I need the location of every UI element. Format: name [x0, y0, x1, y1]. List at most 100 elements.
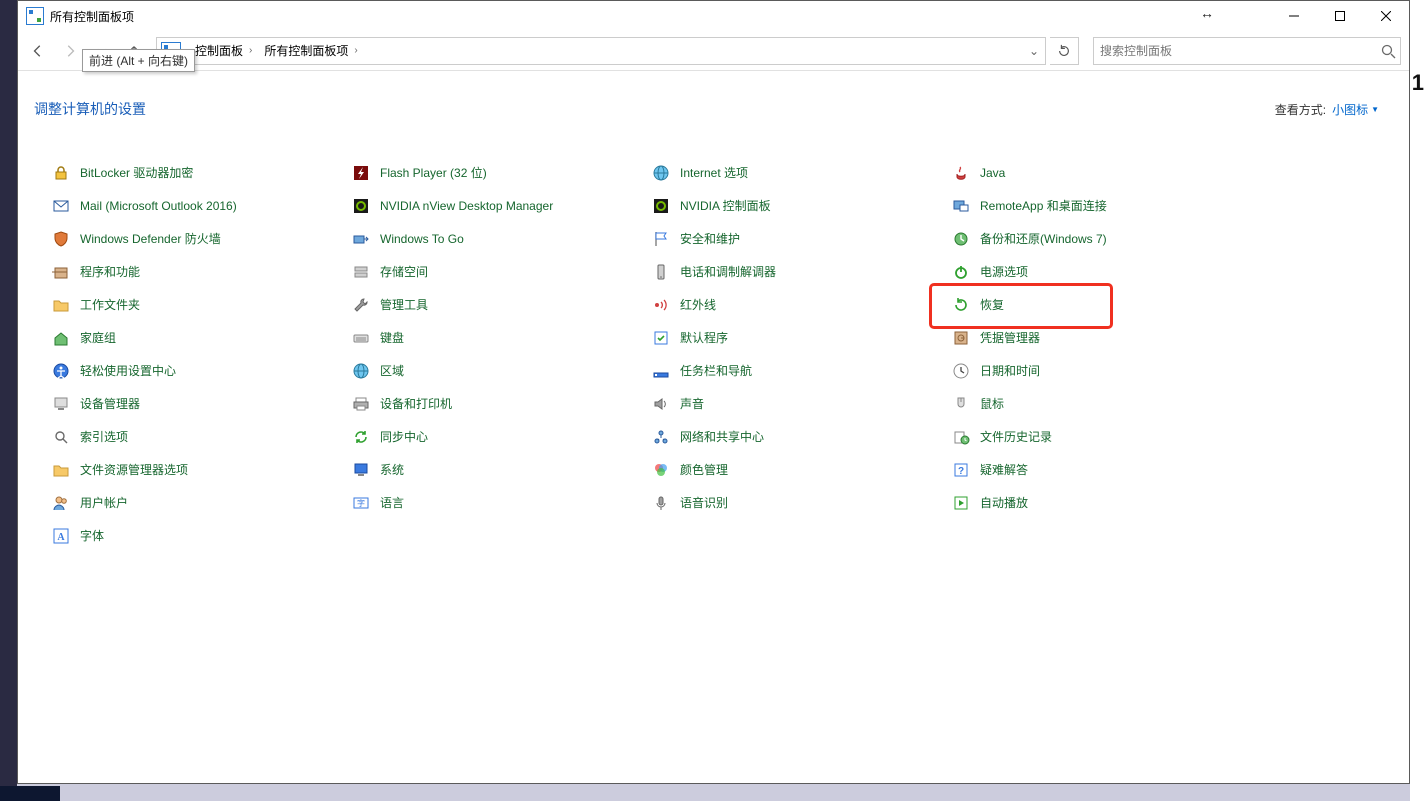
cp-item-power_options[interactable]: 电源选项	[952, 262, 1040, 282]
search-input[interactable]	[1098, 43, 1380, 59]
cp-item-admin_tools[interactable]: 管理工具	[352, 295, 440, 315]
cp-item-language[interactable]: 语言	[352, 493, 416, 513]
cp-item-remoteapp[interactable]: RemoteApp 和桌面连接	[952, 196, 1119, 216]
cp-item-indexing[interactable]: 索引选项	[52, 427, 140, 447]
cp-item-label: 声音	[680, 396, 704, 412]
taskbar-fragment	[0, 786, 60, 801]
globe-icon	[652, 164, 670, 182]
minimize-button[interactable]	[1271, 1, 1317, 31]
view-by-dropdown[interactable]: 小图标 ▼	[1332, 101, 1379, 118]
view-by-value: 小图标	[1332, 101, 1368, 118]
maximize-button[interactable]	[1317, 1, 1363, 31]
cp-item-explorer_options[interactable]: 文件资源管理器选项	[52, 460, 200, 480]
cp-item-network_sharing[interactable]: 网络和共享中心	[652, 427, 776, 447]
cp-item-modem[interactable]: 电话和调制解调器	[652, 262, 788, 282]
cp-item-backup_restore[interactable]: 备份和还原(Windows 7)	[952, 229, 1119, 249]
cp-item-storage[interactable]: 存储空间	[352, 262, 440, 282]
cp-item-nvidia_cp[interactable]: NVIDIA 控制面板	[652, 196, 783, 216]
cp-item-label: 日期和时间	[980, 363, 1040, 379]
search-icon	[52, 428, 70, 446]
cp-item-color_mgmt[interactable]: 颜色管理	[652, 460, 740, 480]
phone-icon	[652, 263, 670, 281]
folder-icon	[52, 461, 70, 479]
cp-item-programs[interactable]: 程序和功能	[52, 262, 152, 282]
cp-item-infrared[interactable]: 红外线	[652, 295, 728, 315]
chevron-down-icon: ▼	[1371, 105, 1379, 114]
flag-icon	[652, 230, 670, 248]
tools-icon	[352, 296, 370, 314]
address-dropdown-button[interactable]: ⌄	[1025, 44, 1043, 58]
breadcrumb-bar[interactable]: › 控制面板 › 所有控制面板项 › ⌄	[156, 37, 1046, 65]
breadcrumb-label: 控制面板	[195, 42, 243, 59]
mouse-icon	[952, 395, 970, 413]
cp-item-java[interactable]: Java	[952, 163, 1017, 183]
tooltip-forward: 前进 (Alt + 向右键)	[82, 49, 195, 72]
cp-item-date_time[interactable]: 日期和时间	[952, 361, 1052, 381]
breadcrumb-segment-1[interactable]: 所有控制面板项 ›	[260, 38, 363, 64]
cp-item-mouse[interactable]: 鼠标	[952, 394, 1016, 414]
cp-item-user_accounts[interactable]: 用户帐户	[52, 493, 140, 513]
cp-item-speech[interactable]: 语音识别	[652, 493, 740, 513]
cp-item-label: 系统	[380, 462, 404, 478]
window-buttons	[1271, 1, 1409, 31]
remote-icon	[952, 197, 970, 215]
cp-item-label: 轻松使用设置中心	[80, 363, 176, 379]
cp-item-label: BitLocker 驱动器加密	[80, 165, 193, 181]
togo-icon	[352, 230, 370, 248]
control-panel-items-grid: BitLocker 驱动器加密 Flash Player (32 位) Intern…	[18, 129, 1409, 556]
mail-icon	[52, 197, 70, 215]
cp-item-system[interactable]: 系统	[352, 460, 416, 480]
cp-item-region[interactable]: 区域	[352, 361, 416, 381]
chevron-right-icon[interactable]: ›	[247, 45, 254, 56]
search-icon[interactable]	[1380, 43, 1396, 59]
lock-icon	[52, 164, 70, 182]
recovery-icon	[952, 296, 970, 314]
font-icon	[52, 527, 70, 545]
chevron-right-icon[interactable]: ›	[352, 45, 359, 56]
keyboard-icon	[352, 329, 370, 347]
box-icon	[52, 263, 70, 281]
cp-item-flash[interactable]: Flash Player (32 位)	[352, 163, 499, 183]
cp-item-label: 电话和调制解调器	[680, 264, 776, 280]
forward-button[interactable]	[56, 37, 84, 65]
cp-item-autoplay[interactable]: 自动播放	[952, 493, 1040, 513]
cp-item-file_history[interactable]: 文件历史记录	[952, 427, 1064, 447]
cp-item-homegroup[interactable]: 家庭组	[52, 328, 128, 348]
cp-item-label: RemoteApp 和桌面连接	[980, 198, 1107, 214]
device-icon	[52, 395, 70, 413]
cp-item-recovery[interactable]: 恢复	[952, 295, 1016, 315]
partial-char: 1	[1412, 70, 1424, 96]
sound-icon	[652, 395, 670, 413]
cp-item-sync_center[interactable]: 同步中心	[352, 427, 440, 447]
cp-item-work_folders[interactable]: 工作文件夹	[52, 295, 152, 315]
cp-item-windows_to_go[interactable]: Windows To Go	[352, 229, 476, 249]
cp-item-device_manager[interactable]: 设备管理器	[52, 394, 152, 414]
back-button[interactable]	[24, 37, 52, 65]
cp-item-credential_mgr[interactable]: 凭据管理器	[952, 328, 1052, 348]
cp-item-default_programs[interactable]: 默认程序	[652, 328, 740, 348]
cp-item-label: Flash Player (32 位)	[380, 165, 487, 181]
cp-item-bitlocker[interactable]: BitLocker 驱动器加密	[52, 163, 205, 183]
cp-item-label: 工作文件夹	[80, 297, 140, 313]
lang-icon	[352, 494, 370, 512]
cp-item-nvidia_nview[interactable]: NVIDIA nView Desktop Manager	[352, 196, 565, 216]
breadcrumb-segment-0[interactable]: 控制面板 ›	[191, 38, 258, 64]
cp-item-fonts[interactable]: 字体	[52, 526, 116, 546]
cp-item-label: 文件历史记录	[980, 429, 1052, 445]
cp-item-devices_printers[interactable]: 设备和打印机	[352, 394, 464, 414]
cp-item-defender[interactable]: Windows Defender 防火墙	[52, 229, 233, 249]
refresh-button[interactable]	[1050, 37, 1079, 65]
close-button[interactable]	[1363, 1, 1409, 31]
titlebar[interactable]: 所有控制面板项 ↔	[18, 1, 1409, 31]
cp-item-mail[interactable]: Mail (Microsoft Outlook 2016)	[52, 196, 249, 216]
cp-item-label: 凭据管理器	[980, 330, 1040, 346]
cp-item-keyboard[interactable]: 键盘	[352, 328, 416, 348]
cp-item-taskbar_nav[interactable]: 任务栏和导航	[652, 361, 764, 381]
cp-item-troubleshoot[interactable]: 疑难解答	[952, 460, 1040, 480]
cp-item-ease_access[interactable]: 轻松使用设置中心	[52, 361, 188, 381]
taskbar-icon	[652, 362, 670, 380]
cp-item-inet[interactable]: Internet 选项	[652, 163, 760, 183]
cp-item-security_maint[interactable]: 安全和维护	[652, 229, 752, 249]
cp-item-sound[interactable]: 声音	[652, 394, 716, 414]
search-box[interactable]	[1093, 37, 1401, 65]
